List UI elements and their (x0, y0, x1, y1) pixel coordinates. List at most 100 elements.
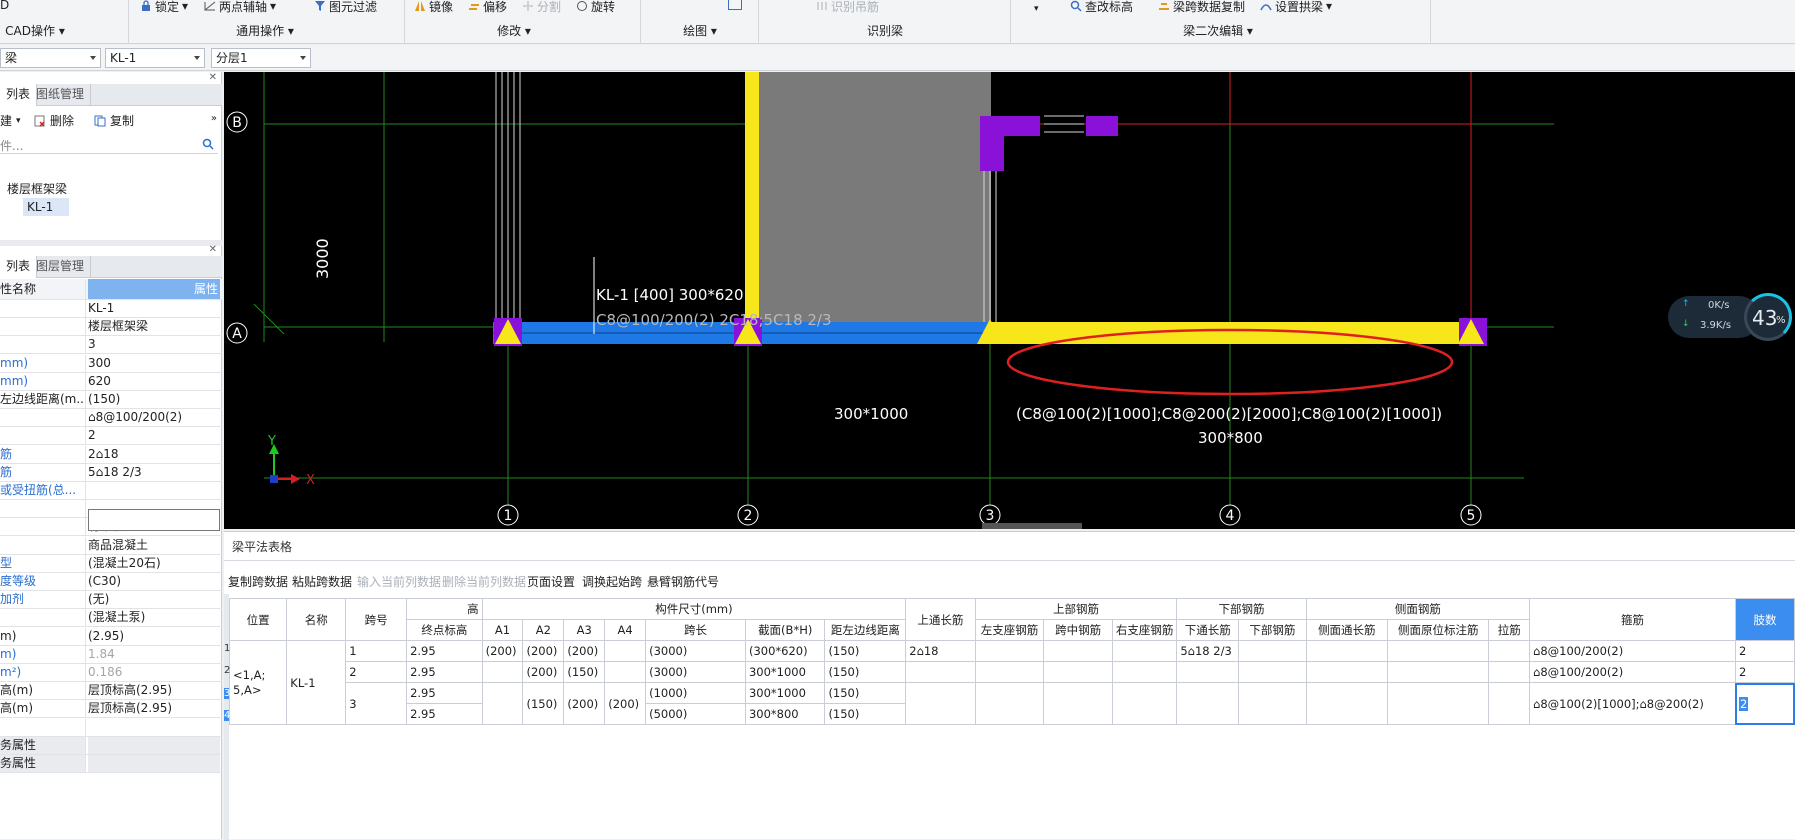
table-tool-button[interactable]: 页面设置 (527, 573, 575, 590)
table-row[interactable]: 2 2.95 (200) (150) (3000) 300*1000 (150) ⌂8@100… (230, 661, 1795, 683)
cell-bottom-continuous[interactable]: 5⌂18 2/3 (1176, 640, 1240, 662)
cell-end-elevation[interactable]: 2.95 (406, 640, 483, 662)
cell-span-no[interactable]: 3 (345, 682, 408, 725)
property-value[interactable]: 3 (88, 336, 220, 353)
property-value[interactable]: 0.186 (88, 664, 220, 681)
table-row[interactable]: 3 2.95 (150) (200) (200) (1000) 300*1000 (150) ⌂… (230, 682, 1795, 725)
close-icon[interactable]: ✕ (209, 72, 217, 83)
ribbon-group-cad[interactable]: CAD操作 ▾ (0, 22, 70, 40)
property-row[interactable]: mm) 300 (0, 354, 222, 373)
cell-tie[interactable] (1488, 661, 1531, 683)
cell-left-seat[interactable] (974, 682, 1045, 725)
ribbon-group-identify[interactable]: 识别梁 (850, 22, 920, 40)
cell-section[interactable]: 300*1000 (744, 661, 826, 683)
cell-section[interactable]: 300*1000 (744, 682, 826, 704)
property-row[interactable]: 楼层框架梁 (0, 318, 222, 337)
cell-a3[interactable]: (150) (563, 661, 606, 683)
cell-right-seat[interactable] (1111, 682, 1178, 725)
table-tool-button[interactable]: 调换起始跨 (582, 573, 642, 590)
row-number[interactable]: 1 (224, 643, 230, 654)
property-value[interactable]: (C30) (88, 573, 220, 590)
ribbon-group-common[interactable]: 通用操作 ▾ (230, 22, 300, 40)
table-tool-button[interactable]: 输入当前列数据 (357, 573, 441, 590)
cell-top-continuous[interactable] (905, 682, 976, 725)
property-value[interactable] (88, 755, 220, 772)
delete-component-button[interactable]: 删除 (34, 112, 74, 129)
cell-edge-distance[interactable]: (150) (824, 640, 907, 662)
cell-side-continuous[interactable] (1305, 661, 1388, 683)
search-icon[interactable] (202, 138, 214, 150)
property-value[interactable]: 层顶标高(2.95) (88, 682, 220, 699)
cell-span-length[interactable]: (3000) (645, 661, 746, 683)
cell-legs-selected[interactable]: 2 (1734, 682, 1795, 725)
property-row[interactable]: 商品混凝土 (0, 536, 222, 555)
cell-mid-span[interactable] (1043, 682, 1113, 725)
cell-span-length[interactable]: (3000) (645, 640, 746, 662)
filter-button[interactable]: 图元过滤 (314, 0, 377, 14)
tree-node-floor-frame-beam[interactable]: 楼层框架梁 (7, 180, 67, 197)
cell-edge-distance[interactable]: (150) (824, 682, 907, 704)
property-row[interactable]: (混凝土泵) (0, 609, 222, 628)
property-value[interactable] (88, 719, 220, 736)
cell-a3[interactable]: (200) (563, 682, 606, 725)
property-row[interactable]: 筋 2⌂18 (0, 445, 222, 464)
cell-top-continuous[interactable] (905, 661, 976, 683)
cell-a4[interactable]: (200) (604, 682, 647, 725)
cad-drawing[interactable]: B A 1 2 3 4 5 3000 KL-1 [400] 300*620 C8… (224, 72, 1795, 529)
cell-mid-span[interactable] (1043, 640, 1113, 662)
property-value[interactable]: 2 (88, 427, 220, 444)
cell-right-seat[interactable] (1111, 640, 1178, 662)
ribbon-group-draw[interactable]: 绘图 ▾ (670, 22, 730, 40)
copy-span-data-button[interactable]: 梁跨数据复制 (1158, 0, 1245, 14)
pane-divider[interactable] (0, 240, 222, 246)
cell-bottom-continuous[interactable] (1176, 682, 1240, 725)
tab-layer-management[interactable]: 图层管理 (30, 256, 92, 278)
table-tool-button[interactable]: 粘贴跨数据 (292, 573, 352, 590)
cell-a2[interactable]: (150) (522, 682, 565, 725)
property-value[interactable]: (混凝土20石) (88, 555, 220, 572)
table-tool-button[interactable]: 删除当前列数据 (442, 573, 526, 590)
more-tools-icon[interactable]: » (211, 113, 217, 124)
property-row[interactable]: 或受扭筋(总... (0, 482, 222, 500)
close-icon[interactable]: ✕ (209, 244, 217, 255)
identify-hanger-rebar-button[interactable]: 识别吊筋 (816, 0, 879, 14)
cell-edge-distance[interactable]: (150) (824, 703, 907, 725)
property-row[interactable]: mm) 620 (0, 372, 222, 391)
property-row[interactable]: 度等级 (C30) (0, 573, 222, 591)
tab-drawing-management[interactable]: 图纸管理 (30, 84, 92, 106)
cell-a1[interactable] (481, 661, 524, 683)
layer-select[interactable]: 分层1 (211, 48, 311, 68)
cell-a2[interactable]: (200) (522, 640, 565, 662)
new-component-button[interactable]: 建 ▾ (0, 112, 21, 129)
property-row[interactable] (0, 718, 222, 737)
yellow-column[interactable] (745, 72, 759, 327)
cell-a2[interactable]: (200) (522, 661, 565, 683)
cell-bottom-continuous[interactable] (1176, 661, 1240, 683)
draw-shape-icon[interactable] (728, 0, 742, 10)
property-value[interactable]: 1.84 (88, 646, 220, 663)
property-row[interactable]: m²) 0.186 (0, 664, 222, 682)
column-b4[interactable] (1086, 116, 1118, 136)
property-value[interactable]: (混凝土泵) (88, 609, 220, 626)
property-row[interactable]: 高(m) 层顶标高(2.95) (0, 682, 222, 701)
cell-side-continuous[interactable] (1305, 640, 1388, 662)
ribbon-group-edit2[interactable]: 梁二次编辑 ▾ (1178, 22, 1258, 40)
selected-legs-value[interactable]: 2 (1738, 696, 1749, 711)
property-value[interactable]: (150) (88, 391, 220, 408)
column-b3-arm[interactable] (980, 116, 1040, 136)
property-row[interactable]: ⌂8@100/200(2) (0, 409, 222, 428)
cell-end-elevation[interactable]: 2.95 (406, 661, 483, 683)
property-value[interactable]: 5⌂18 2/3 (88, 464, 220, 481)
property-value[interactable]: 商品混凝土 (88, 537, 220, 554)
two-point-axis-button[interactable]: 两点辅轴 ▾ (204, 0, 276, 14)
cell-side-continuous[interactable] (1305, 682, 1388, 725)
property-row[interactable]: 左边线距离(m... (150) (0, 391, 222, 409)
property-row[interactable]: 2 (0, 427, 222, 446)
cell-stirrup[interactable]: ⌂8@100(2)[1000];⌂8@200(2) (1529, 682, 1736, 725)
cell-mid-span[interactable] (1043, 661, 1113, 683)
cell-a4[interactable] (604, 661, 647, 683)
component-search-input[interactable]: 件... (0, 134, 218, 154)
split-button[interactable]: 分割 (522, 0, 561, 14)
property-value[interactable]: 层顶标高(2.95) (88, 700, 220, 717)
cell-section[interactable]: (300*620) (744, 640, 826, 662)
